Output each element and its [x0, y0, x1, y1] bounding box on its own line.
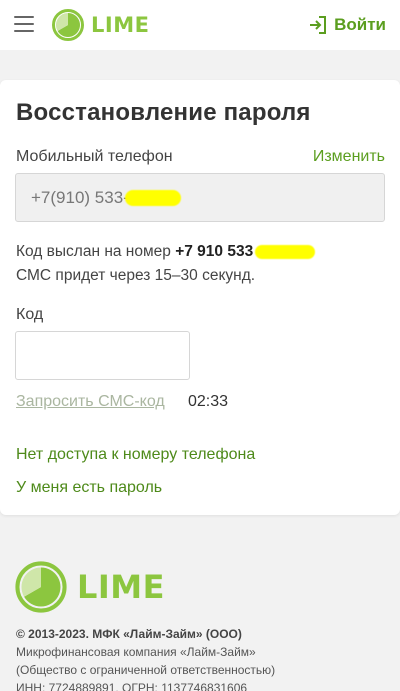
phone-value: +7(910) 533- — [31, 187, 129, 207]
logo-text: LIME — [91, 13, 150, 37]
footer-info: © 2013-2023. МФК «Лайм-Займ» (ООО) Микро… — [16, 625, 396, 691]
phone-label: Мобильный телефон — [16, 148, 173, 165]
sent-line2: СМС придет через 15–30 секунд. — [16, 267, 256, 284]
resend-timer: 02:33 — [188, 393, 229, 410]
no-phone-access-link[interactable]: Нет доступа к номеру телефона — [16, 446, 255, 464]
menu-icon[interactable] — [14, 16, 34, 32]
phone-field[interactable]: +7(910) 533- — [15, 173, 385, 222]
footer-line: (Общество с ограниченной ответственность… — [16, 663, 276, 677]
code-input[interactable] — [15, 331, 190, 380]
sent-number: +7 910 533 — [175, 243, 254, 260]
password-recovery-card: Восстановление пароля Мобильный телефон … — [0, 80, 400, 515]
change-phone-link[interactable]: Изменить — [313, 148, 385, 166]
have-password-link[interactable]: У меня есть пароль — [16, 479, 162, 497]
page-title: Восстановление пароля — [16, 99, 311, 126]
footer-logo: LIME — [15, 561, 165, 613]
copyright: © 2013-2023. МФК «Лайм-Займ» (ООО) — [16, 627, 242, 641]
login-icon — [310, 16, 327, 34]
lime-logo-icon — [15, 561, 67, 613]
header: LIME Войти — [0, 0, 400, 50]
footer-line: ИНН: 7724889891, ОГРН: 1137746831606 — [16, 681, 248, 691]
lime-logo[interactable]: LIME — [52, 9, 149, 41]
redaction-mark — [255, 244, 316, 259]
redaction-mark — [124, 189, 181, 206]
login-label: Войти — [334, 15, 386, 34]
login-button[interactable]: Войти — [308, 12, 386, 38]
code-label: Код — [16, 306, 44, 323]
footer-line: Микрофинансовая компания «Лайм-Займ» — [16, 645, 256, 659]
sent-info: Код выслан на номер +7 910 533 СМС приде… — [16, 240, 386, 288]
lime-logo-icon — [52, 9, 84, 41]
footer-logo-text: LIME — [77, 568, 165, 606]
sent-prefix: Код выслан на номер — [16, 243, 176, 260]
resend-sms-link[interactable]: Запросить СМС-код — [16, 393, 165, 411]
